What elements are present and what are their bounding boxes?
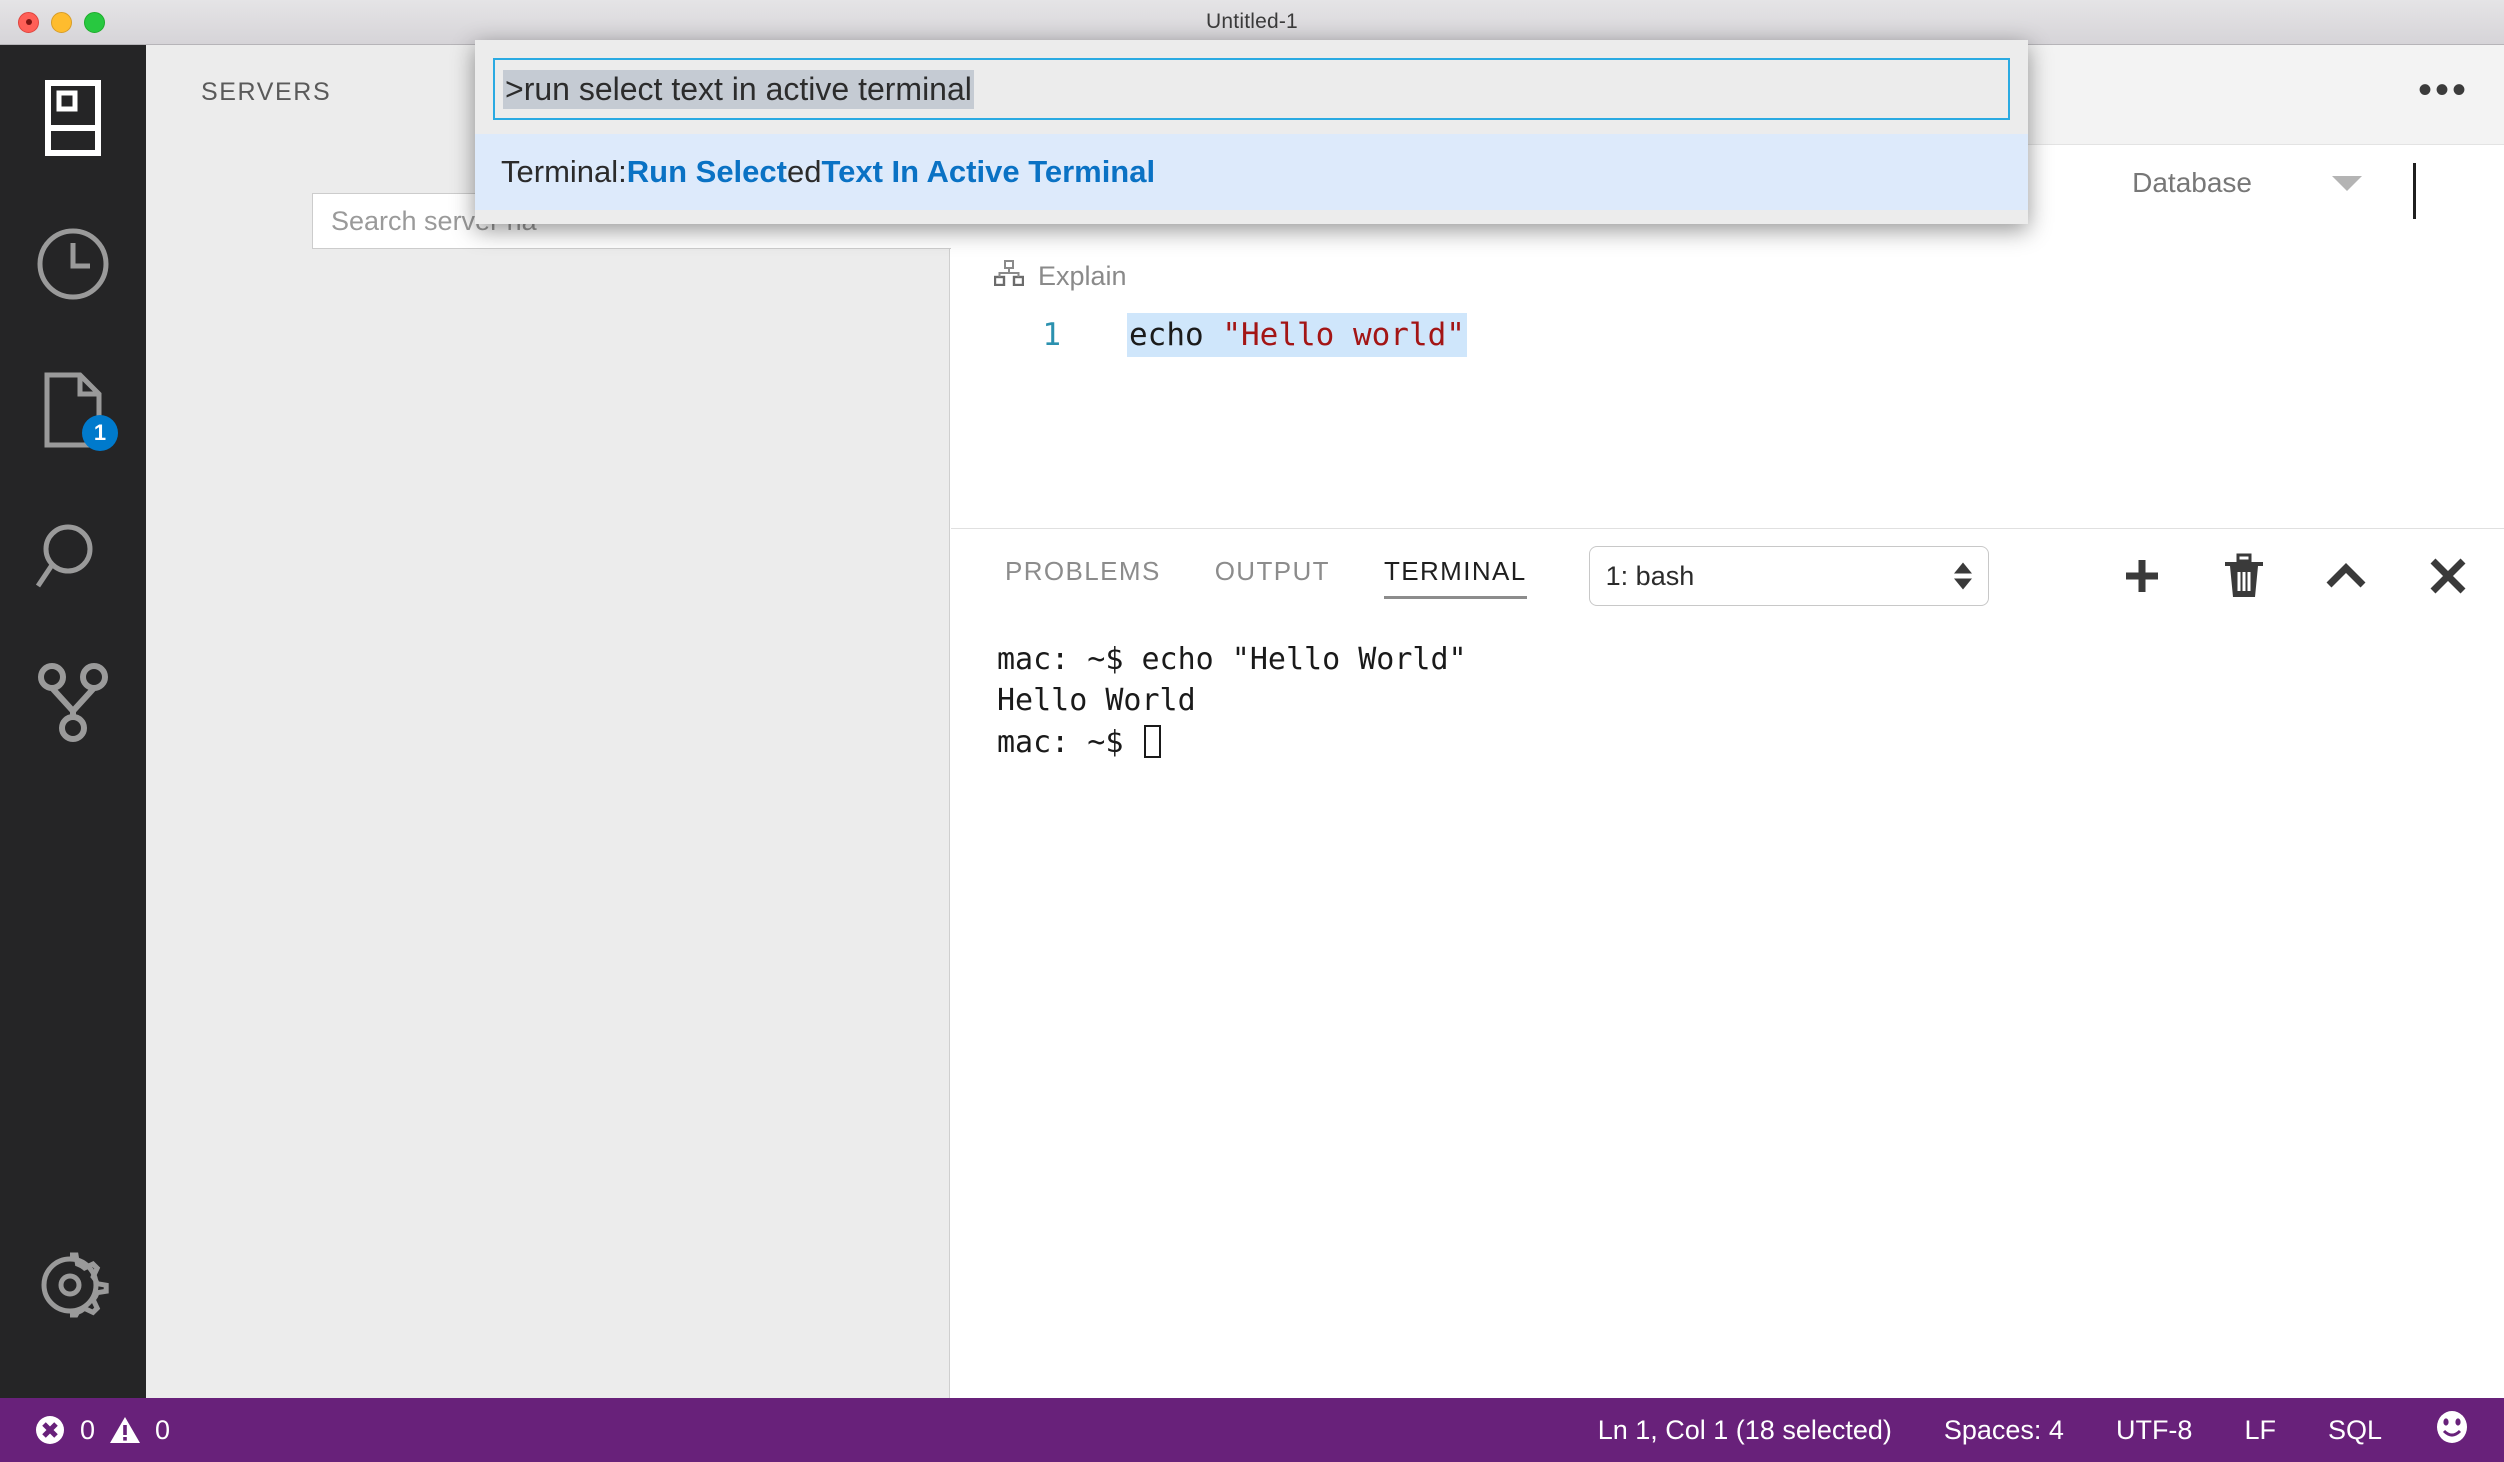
- smiley-icon: [2437, 1410, 2467, 1443]
- close-panel-button[interactable]: [2426, 554, 2470, 598]
- code-token-string: "Hello world": [1222, 317, 1465, 353]
- code-token-command: echo: [1129, 317, 1223, 353]
- status-indentation[interactable]: Spaces: 4: [1944, 1415, 2064, 1446]
- kill-terminal-button[interactable]: [2222, 553, 2266, 598]
- command-palette-input[interactable]: >run select text in active terminal: [493, 58, 2010, 120]
- status-cursor-position[interactable]: Ln 1, Col 1 (18 selected): [1598, 1415, 1892, 1446]
- open-editors-badge: 1: [82, 415, 118, 451]
- status-language[interactable]: SQL: [2328, 1415, 2382, 1446]
- toolbar-text-cursor: [2413, 163, 2416, 219]
- sidebar-title: SERVERS: [201, 78, 332, 106]
- status-bar: 0 0 Ln 1, Col 1 (18 selected) Spaces: 4 …: [0, 1398, 2504, 1462]
- close-window-button[interactable]: [18, 12, 39, 33]
- command-palette-results: Terminal: Run Select ed Text In Active Te…: [475, 134, 2028, 224]
- traffic-light-controls: [18, 0, 105, 45]
- terminal-cursor: [1143, 724, 1161, 758]
- sidebar-panel: SERVERS Search server na: [146, 45, 972, 1398]
- panel-actions: [2120, 529, 2470, 623]
- status-bar-left: 0 0: [34, 1414, 170, 1446]
- database-dropdown[interactable]: Database: [2132, 167, 2362, 199]
- status-errors-count: 0: [80, 1414, 96, 1445]
- code-line-1: 1 echo "Hello world": [951, 313, 2504, 357]
- status-encoding[interactable]: UTF-8: [2116, 1415, 2193, 1446]
- history-clock-icon: [35, 226, 111, 302]
- terminal-output[interactable]: mac: ~$ echo "Hello World" Hello World m…: [951, 623, 2504, 1398]
- editor-more-actions-button[interactable]: •••: [2418, 70, 2469, 110]
- tab-output[interactable]: OUTPUT: [1215, 556, 1330, 597]
- explain-button[interactable]: Explain: [993, 260, 1127, 293]
- window-titlebar: Untitled-1: [0, 0, 2504, 45]
- terminal-instance-select[interactable]: 1: bash: [1588, 546, 1989, 606]
- status-warnings[interactable]: 0: [109, 1414, 170, 1446]
- explain-label: Explain: [1038, 261, 1127, 291]
- status-errors[interactable]: 0: [34, 1414, 95, 1446]
- command-palette-input-value: >run select text in active terminal: [503, 69, 974, 109]
- terminal-line-3: mac: ~$: [997, 724, 1142, 760]
- command-palette: >run select text in active terminal Term…: [475, 40, 2028, 224]
- plus-icon: [2126, 560, 2158, 592]
- sidebar-item-settings[interactable]: [0, 1212, 146, 1358]
- stepper-icon: [1953, 562, 1972, 590]
- panel-tabbar: PROBLEMS OUTPUT TERMINAL 1: bash: [951, 529, 2504, 623]
- status-feedback-button[interactable]: [2434, 1409, 2470, 1452]
- chevron-up-icon: [2326, 563, 2366, 588]
- result-category: Terminal:: [501, 154, 627, 189]
- gear-icon: [37, 1249, 109, 1321]
- sidebar-item-source-control[interactable]: [0, 629, 146, 775]
- result-plain-1: ed: [786, 154, 822, 189]
- maximize-panel-button[interactable]: [2324, 554, 2368, 598]
- tab-problems[interactable]: PROBLEMS: [1005, 556, 1161, 597]
- terminal-line-2: Hello World: [997, 683, 1196, 719]
- database-dropdown-label: Database: [2132, 167, 2252, 198]
- trash-icon: [2225, 553, 2263, 597]
- tab-terminal[interactable]: TERMINAL: [1383, 556, 1527, 599]
- command-palette-result-item[interactable]: Terminal: Run Select ed Text In Active Te…: [475, 134, 2028, 210]
- terminal-instance-label: 1: bash: [1605, 560, 1695, 591]
- sidebar-item-open-editors[interactable]: 1: [0, 337, 146, 483]
- zoom-window-button[interactable]: [84, 12, 105, 33]
- bottom-panel: PROBLEMS OUTPUT TERMINAL 1: bash mac: ~$…: [951, 528, 2504, 1398]
- terminal-line-1: mac: ~$ echo "Hello World": [997, 642, 1467, 677]
- minimize-window-button[interactable]: [51, 12, 72, 33]
- line-number: 1: [1042, 317, 1061, 353]
- status-warnings-count: 0: [155, 1414, 171, 1445]
- add-terminal-button[interactable]: [2120, 554, 2164, 598]
- result-match-1: Run Select: [626, 154, 787, 189]
- activity-bar: 1: [0, 45, 146, 1398]
- result-match-2: Text In Active Terminal: [821, 154, 1156, 189]
- explain-toolbar: Explain: [951, 260, 2504, 308]
- sidebar-item-search[interactable]: [0, 483, 146, 629]
- status-bar-right: Ln 1, Col 1 (18 selected) Spaces: 4 UTF-…: [1598, 1409, 2470, 1452]
- application-window: Untitled-1 1 SERVERS Search server na ••…: [0, 0, 2504, 1462]
- window-title: Untitled-1: [1206, 10, 1298, 33]
- servers-icon: [45, 80, 101, 156]
- close-icon: [2430, 558, 2466, 594]
- search-icon: [35, 518, 111, 594]
- source-control-icon: [35, 661, 111, 743]
- chevron-down-icon: [2332, 175, 2362, 191]
- explain-plan-icon: [993, 260, 1025, 293]
- error-icon: [36, 1416, 64, 1444]
- status-eol[interactable]: LF: [2244, 1415, 2276, 1446]
- code-selection[interactable]: echo "Hello world": [1127, 313, 1467, 357]
- command-palette-input-wrap: >run select text in active terminal: [475, 40, 2028, 134]
- warning-icon: [110, 1417, 141, 1443]
- sidebar-item-servers[interactable]: [0, 45, 146, 191]
- sidebar-item-history[interactable]: [0, 191, 146, 337]
